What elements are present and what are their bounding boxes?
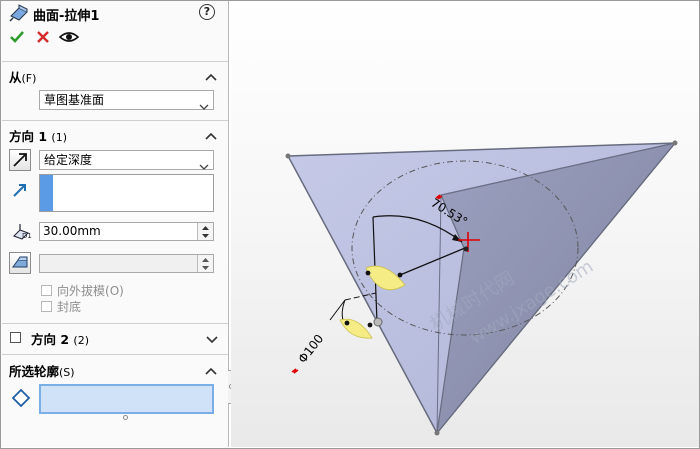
separator (2, 323, 228, 324)
contours-section-header[interactable]: 所选轮廓(S) (9, 361, 221, 379)
end-condition-combo[interactable]: 给定深度 (39, 150, 214, 170)
direction1-section-header[interactable]: 方向 1 (1) (9, 126, 221, 144)
yellow-handle (339, 318, 373, 339)
vertex (434, 430, 440, 436)
draft-angle-input[interactable] (39, 254, 214, 273)
spin-up-icon (202, 226, 209, 230)
depth-input[interactable]: 30.00mm (39, 222, 214, 241)
expand-caret-icon[interactable] (206, 333, 218, 347)
from-section-header[interactable]: 从(F) (9, 67, 221, 85)
panel-title-bar: 曲面-拉伸1 ? (1, 1, 229, 25)
chevron-down-icon (199, 157, 209, 175)
reverse-direction-icon (13, 153, 27, 167)
reverse-direction-button[interactable] (9, 149, 31, 171)
draft-outward-label: 向外拔模(O) (57, 284, 124, 298)
vertex (672, 140, 678, 146)
property-manager: 曲面-拉伸1 ? 从(F) 草图基准面 方向 1 (1) 给定深度 D1 30.… (1, 1, 229, 447)
separator (2, 354, 228, 355)
cap-end-checkbox[interactable] (41, 301, 52, 312)
surface-extrude-icon (9, 4, 29, 25)
direction-vector-selection-box[interactable] (39, 174, 214, 212)
origin-marker (373, 317, 383, 327)
spin-down-icon (202, 234, 209, 238)
separator (2, 120, 228, 121)
spin-up-icon (202, 258, 209, 262)
selected-contours-box[interactable] (39, 384, 214, 414)
depth-icon: D1 (11, 222, 33, 245)
from-start-combo[interactable]: 草图基准面 (39, 90, 214, 110)
preview-eye-icon[interactable] (58, 29, 80, 48)
vertex (285, 153, 291, 159)
collapse-caret-icon[interactable] (205, 128, 217, 143)
dim-red-marker (291, 368, 299, 374)
contour-diamond-icon (11, 388, 31, 411)
help-icon[interactable]: ? (199, 4, 215, 20)
draft-toggle-button[interactable] (9, 252, 31, 274)
separator (2, 61, 228, 62)
direction2-label: 方向 2 (2) (31, 332, 90, 347)
chevron-down-icon (199, 97, 209, 115)
svg-text:D1: D1 (22, 232, 32, 240)
selection-color-swatch (40, 175, 53, 211)
direction2-checkbox[interactable] (10, 332, 21, 343)
cap-end-label: 封底 (57, 300, 82, 314)
draft-icon (12, 256, 28, 268)
collapse-caret-icon[interactable] (205, 363, 217, 378)
ok-check-icon[interactable] (9, 29, 25, 48)
graphics-area[interactable]: 70.53° Φ100 机械时代网 www.jxage.com (231, 1, 699, 447)
direction-vector-icon (11, 181, 29, 202)
diameter-dimension[interactable]: Φ100 (295, 332, 326, 366)
draft-angle-spinner[interactable] (197, 255, 213, 272)
depth-spinner[interactable] (197, 223, 213, 240)
panel-title: 曲面-拉伸1 (33, 9, 100, 24)
cancel-x-icon[interactable] (35, 29, 51, 48)
resize-grip[interactable] (123, 415, 128, 420)
draft-outward-checkbox[interactable] (41, 285, 52, 296)
model-view[interactable]: 70.53° Φ100 (231, 1, 699, 447)
spin-down-icon (202, 266, 209, 270)
collapse-caret-icon[interactable] (205, 69, 217, 84)
